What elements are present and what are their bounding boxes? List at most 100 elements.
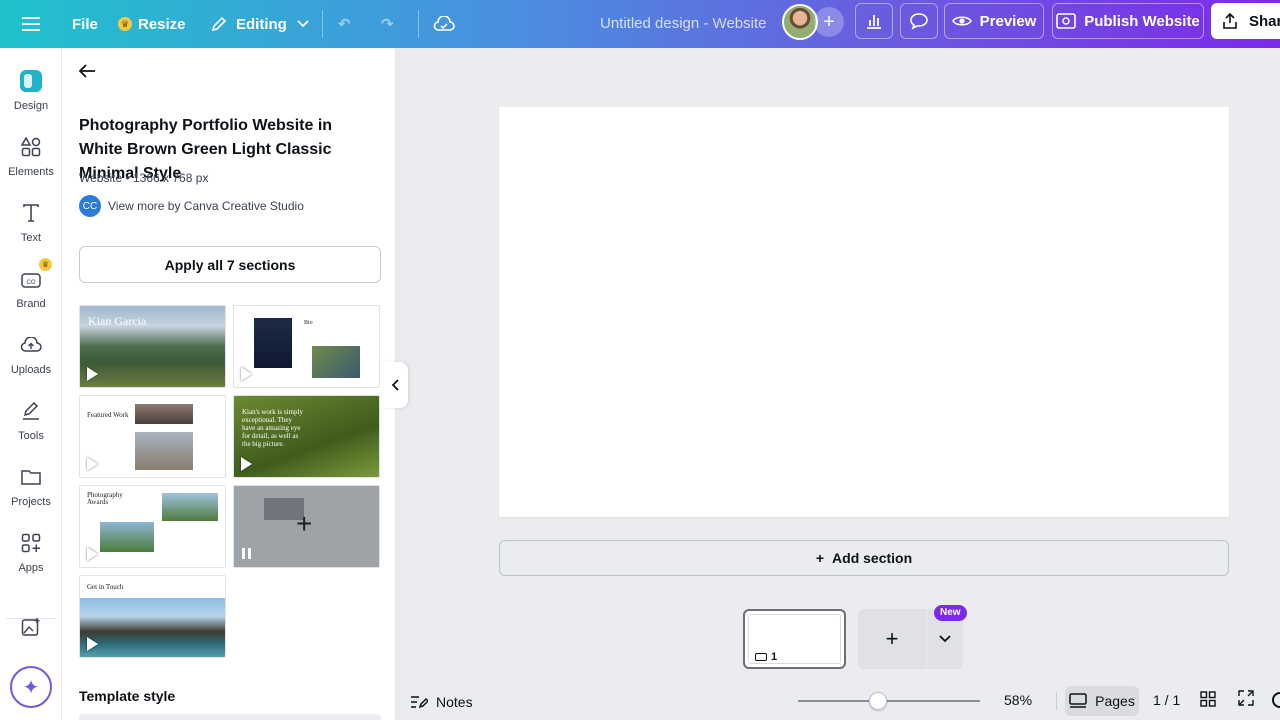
draw-tools-icon [16, 396, 46, 426]
bottombar-divider [1056, 692, 1057, 710]
page-count: 1 / 1 [1153, 692, 1181, 708]
image-sparkle-icon [16, 612, 46, 642]
rail-item-text[interactable]: Text [0, 190, 62, 250]
share-label: Share [1249, 12, 1280, 30]
preview-label: Preview [979, 12, 1037, 30]
rail-item-label: Tools [18, 430, 44, 442]
left-nav-rail: Design Elements Text CO ♛ Brand Uploads … [0, 48, 62, 720]
section-thumbnail-hovered[interactable]: + [233, 485, 380, 568]
share-icon [1223, 12, 1237, 29]
resize-label: Resize [138, 15, 186, 33]
rail-item-magic-media[interactable] [0, 604, 62, 664]
section-thumbnail-featured[interactable]: Featured Work [79, 395, 226, 478]
section-thumbnail-contact[interactable]: Get in Touch [79, 575, 226, 658]
pages-label: Pages [1095, 693, 1135, 709]
pause-icon [242, 548, 251, 559]
publish-website-button[interactable]: Publish Website [1052, 3, 1204, 39]
creator-link[interactable]: View more by Canva Creative Studio [108, 199, 304, 213]
zoom-slider-handle[interactable] [869, 692, 888, 710]
rail-item-tools[interactable]: Tools [0, 388, 62, 448]
section-thumbnail-bio[interactable]: Bio [233, 305, 380, 388]
preview-button[interactable]: Preview [944, 3, 1044, 39]
back-button[interactable] [78, 62, 96, 85]
chevron-left-icon [392, 379, 399, 391]
hamburger-icon [22, 17, 40, 31]
menu-button[interactable] [14, 0, 48, 48]
website-page-icon [755, 653, 767, 661]
creator-avatar[interactable]: CC [79, 195, 101, 217]
redo-button[interactable]: ↷ [381, 0, 394, 48]
template-style-heading: Template style [79, 688, 176, 704]
template-details-panel: Photography Portfolio Website in White B… [62, 48, 396, 720]
thumbnail-bio-label: Bio [304, 320, 313, 326]
pages-button[interactable]: Pages [1065, 686, 1139, 716]
share-button[interactable]: Share [1211, 3, 1280, 39]
save-status-button[interactable] [433, 0, 455, 48]
add-collaborator-button[interactable]: + [814, 7, 844, 37]
resize-button[interactable]: ♛ Resize [118, 0, 186, 48]
design-canvas-page[interactable] [499, 107, 1229, 517]
apply-all-sections-button[interactable]: Apply all 7 sections [79, 246, 381, 283]
add-section-button[interactable]: + Add section [499, 540, 1229, 576]
rail-item-label: Apps [18, 562, 44, 574]
rail-item-label: Text [20, 232, 42, 244]
magic-assistant-button[interactable]: ✦ [10, 666, 52, 708]
add-page-button[interactable]: + [858, 609, 926, 669]
document-title[interactable]: Untitled design - Website [600, 0, 766, 48]
play-icon [87, 457, 98, 471]
zoom-level[interactable]: 58% [1004, 692, 1032, 708]
pencil-icon [211, 16, 227, 32]
insights-button[interactable] [855, 3, 893, 39]
editing-label: Editing [236, 15, 287, 33]
rail-item-uploads[interactable]: Uploads [0, 322, 62, 382]
page-number: 1 [755, 651, 777, 663]
template-meta: Website • 1366 x 768 px [79, 171, 209, 185]
brand-icon: CO ♛ [16, 258, 52, 294]
notes-button[interactable]: Notes [410, 690, 473, 714]
grid-icon [1200, 691, 1216, 707]
play-icon [87, 367, 98, 381]
redo-icon: ↷ [381, 16, 394, 33]
thumbnail-photo [100, 522, 154, 552]
page-thumbnail[interactable]: 1 [743, 609, 846, 669]
template-style-preview[interactable] [79, 714, 381, 720]
expand-icon [1238, 690, 1254, 706]
section-thumbnail-hero[interactable]: Kian Garcia [79, 305, 226, 388]
thumbnail-contact-label: Get in Touch [87, 583, 124, 591]
editing-mode-dropdown[interactable]: Editing [210, 0, 309, 48]
play-icon [241, 457, 252, 471]
section-thumbnail-testimonial[interactable]: Kian's work is simply exceptional. They … [233, 395, 380, 478]
play-icon [87, 547, 98, 561]
folder-icon [16, 462, 46, 492]
rail-item-apps[interactable]: Apps [0, 520, 62, 580]
rail-item-brand[interactable]: CO ♛ Brand [0, 256, 62, 316]
thumbnail-hero-name: Kian Garcia [88, 314, 147, 328]
zoom-slider-track[interactable] [798, 700, 980, 702]
grid-view-button[interactable] [1200, 691, 1216, 712]
rail-item-label: Projects [11, 496, 51, 508]
collapse-panel-button[interactable] [384, 362, 408, 408]
cloud-upload-icon [16, 330, 46, 360]
comments-button[interactable] [900, 3, 938, 39]
user-avatar[interactable] [782, 4, 818, 40]
new-badge: New [934, 605, 967, 621]
plus-icon: + [885, 626, 899, 651]
undo-button[interactable]: ↶ [338, 0, 351, 48]
design-icon [16, 66, 46, 96]
section-thumbnail-awards[interactable]: Photography Awards [79, 485, 226, 568]
crown-icon: ♛ [39, 258, 52, 271]
thumbnail-photo [135, 432, 193, 470]
rail-item-projects[interactable]: Projects [0, 454, 62, 514]
thumbnail-awards-label: Photography Awards [87, 491, 123, 506]
pages-icon [1069, 693, 1087, 708]
thumbnail-photo [80, 598, 225, 657]
file-menu-button[interactable]: File [72, 0, 98, 48]
sparkle-icon: ✦ [22, 676, 40, 699]
fullscreen-button[interactable] [1238, 690, 1254, 711]
chevron-down-icon [939, 635, 951, 643]
play-icon [87, 637, 98, 651]
rail-item-design[interactable]: Design [0, 58, 62, 118]
rail-item-elements[interactable]: Elements [0, 124, 62, 184]
thumbnail-quote: Kian's work is simply exceptional. They … [242, 408, 303, 448]
help-button[interactable] [1272, 692, 1280, 708]
